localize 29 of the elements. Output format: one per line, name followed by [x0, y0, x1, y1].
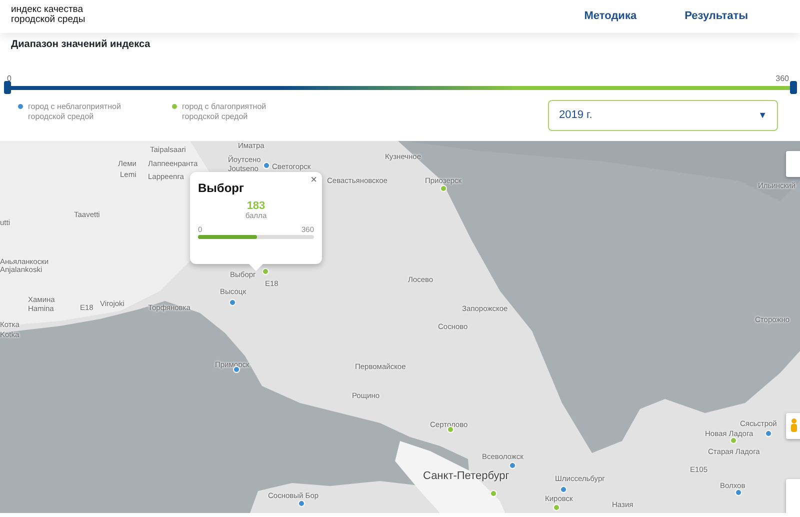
- year-select[interactable]: 2019 г. ▼: [548, 100, 778, 131]
- range-max-label: 360: [776, 73, 789, 85]
- street-view-button[interactable]: [786, 413, 800, 439]
- legend-label: город с благоприятной городской средой: [182, 102, 268, 123]
- range-handle[interactable]: [790, 81, 797, 94]
- map-marker[interactable]: [263, 162, 270, 169]
- score-value: 183: [246, 201, 266, 212]
- map-marker[interactable]: [440, 185, 447, 192]
- map-marker[interactable]: [229, 299, 236, 306]
- map-marker[interactable]: [509, 462, 516, 469]
- caret-icon: ▼: [758, 108, 767, 122]
- close-button[interactable]: ×: [308, 172, 319, 188]
- map-marker[interactable]: [735, 489, 742, 496]
- range-title: Диапазон значений индекса: [10, 38, 152, 52]
- map-marker[interactable]: [262, 268, 269, 275]
- map-marker[interactable]: [730, 437, 737, 444]
- map-marker[interactable]: [553, 504, 560, 511]
- map-marker[interactable]: [765, 430, 772, 437]
- map-marker[interactable]: [490, 490, 497, 497]
- legend-label: город с неблагоприятной городской средой: [28, 102, 122, 123]
- nav-link[interactable]: Результаты: [684, 0, 748, 33]
- nav-link[interactable]: Методика: [584, 0, 637, 33]
- range-min-label: 0: [7, 73, 12, 85]
- map-label: Санкт-Петербург: [423, 472, 510, 481]
- site-logo-text[interactable]: индекс качества городской среды: [11, 5, 86, 25]
- popup-title: Выборг: [198, 180, 245, 197]
- range-handle[interactable]: [4, 81, 11, 94]
- map-marker[interactable]: [560, 486, 567, 493]
- map-marker[interactable]: [298, 500, 305, 507]
